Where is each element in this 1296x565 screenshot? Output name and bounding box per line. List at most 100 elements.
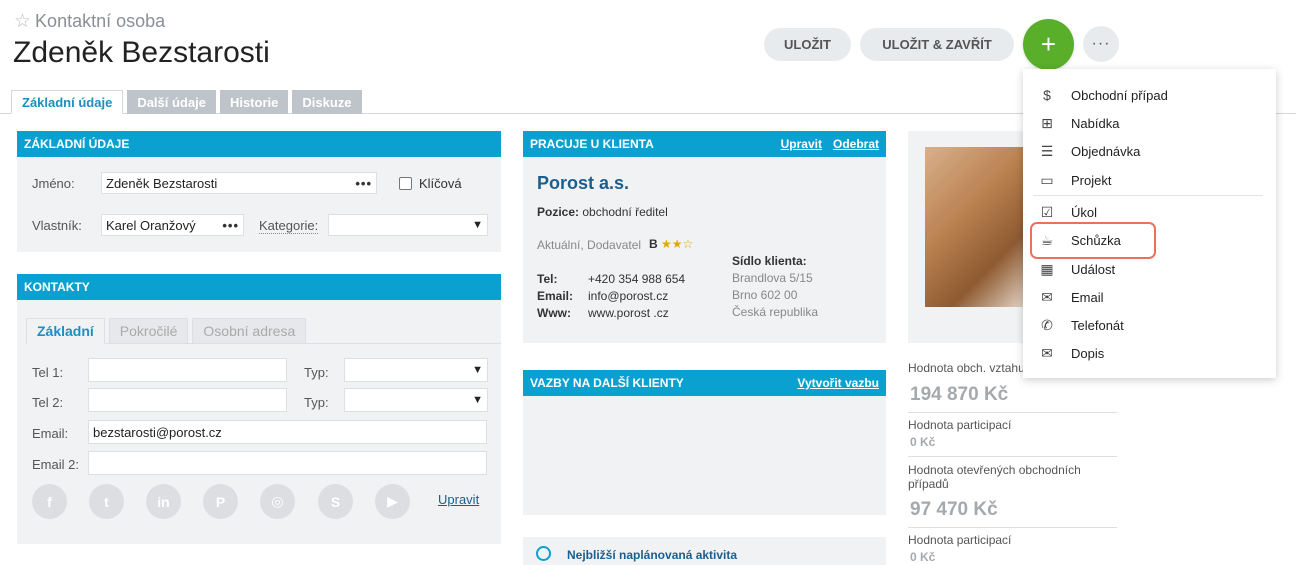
stat-label-participation-2: Hodnota participací xyxy=(908,533,1012,547)
email-input[interactable]: bezstarosti@porost.cz xyxy=(88,420,487,444)
subtab-advanced[interactable]: Pokročilé xyxy=(108,318,189,344)
tab-more[interactable]: Další údaje xyxy=(127,90,216,114)
name-field[interactable]: Zdeněk Bezstarosti ••• xyxy=(101,172,377,194)
email-label: Email: xyxy=(32,426,69,441)
client-email-value[interactable]: info@porost.cz xyxy=(588,289,668,303)
category-label[interactable]: Kategorie: xyxy=(259,218,319,234)
menu-item-phone-call[interactable]: ✆ Telefonát xyxy=(1023,313,1276,337)
activity-label[interactable]: Nejbližší naplánovaná aktivita xyxy=(567,548,737,562)
client-header: PRACUJE U KLIENTA Upravit Odebrat xyxy=(523,131,886,157)
client-www-label: Www: xyxy=(537,306,571,320)
save-button[interactable]: ULOŽIT xyxy=(764,28,851,61)
contacts-title: KONTAKTY xyxy=(24,280,90,294)
name-picker-icon[interactable]: ••• xyxy=(355,176,372,191)
menu-item-letter[interactable]: ✉ Dopis xyxy=(1023,341,1276,365)
client-tel-label: Tel: xyxy=(537,272,558,286)
linkedin-icon[interactable]: in xyxy=(146,484,181,519)
facebook-icon[interactable]: f xyxy=(32,484,67,519)
tab-history[interactable]: Historie xyxy=(219,90,289,114)
basic-info-title: ZÁKLADNÍ ÚDAJE xyxy=(24,137,130,151)
key-label: Klíčová xyxy=(419,176,462,191)
menu-item-label: Telefonát xyxy=(1071,317,1124,333)
client-www-value[interactable]: www.porost .cz xyxy=(588,306,669,320)
owner-picker-icon[interactable]: ••• xyxy=(222,218,239,233)
seat-label: Sídlo klienta: xyxy=(732,254,807,268)
menu-item-business-case[interactable]: $ Obchodní případ xyxy=(1023,83,1276,107)
offer-icon: ⊞ xyxy=(1041,114,1053,131)
tel1-input[interactable] xyxy=(88,358,287,382)
relations-panel: VAZBY NA DALŠÍ KLIENTY Vytvořit vazbu xyxy=(523,370,886,515)
contacts-subtabs: Základní Pokročilé Osobní adresa xyxy=(26,318,307,344)
save-close-button[interactable]: ULOŽIT & ZAVŘÍT xyxy=(860,28,1014,61)
menu-item-order[interactable]: ☰ Objednávka xyxy=(1023,139,1276,163)
menu-item-offer[interactable]: ⊞ Nabídka xyxy=(1023,111,1276,135)
client-edit-link[interactable]: Upravit xyxy=(781,137,822,151)
more-button[interactable]: ··· xyxy=(1083,26,1119,62)
owner-label: Vlastník: xyxy=(32,218,82,233)
key-checkbox[interactable] xyxy=(399,177,412,190)
youtube-icon[interactable]: ▶ xyxy=(375,484,410,519)
menu-item-email[interactable]: ✉ Email xyxy=(1023,285,1276,309)
menu-item-event[interactable]: ▦ Událost xyxy=(1023,257,1276,281)
client-remove-link[interactable]: Odebrat xyxy=(833,137,879,151)
task-icon: ☑ xyxy=(1040,203,1054,220)
stat-label-participation: Hodnota participací xyxy=(908,418,1012,432)
position-value: obchodní ředitel xyxy=(582,205,668,219)
tel2-label: Tel 2: xyxy=(32,395,64,410)
stat-divider xyxy=(908,527,1117,528)
relations-title: VAZBY NA DALŠÍ KLIENTY xyxy=(530,376,684,390)
folder-icon: ▭ xyxy=(1040,171,1054,188)
email2-label: Email 2: xyxy=(32,457,79,472)
menu-item-label: Dopis xyxy=(1071,345,1105,361)
menu-divider xyxy=(1033,195,1263,196)
basic-info-panel: ZÁKLADNÍ ÚDAJE Jméno: Zdeněk Bezstarosti… xyxy=(17,131,501,252)
star-icon[interactable]: ☆ xyxy=(14,10,31,33)
client-name-link[interactable]: Porost a.s. xyxy=(537,173,629,194)
stat-divider xyxy=(908,412,1117,413)
tel2-input[interactable] xyxy=(88,388,287,412)
contact-photo[interactable] xyxy=(925,147,1030,307)
skype-icon[interactable]: S xyxy=(318,484,353,519)
chevron-down-icon: ▼ xyxy=(472,364,483,376)
pinterest-icon[interactable]: P xyxy=(203,484,238,519)
tab-basic[interactable]: Základní údaje xyxy=(11,90,124,114)
contacts-panel: KONTAKTY Základní Pokročilé Osobní adres… xyxy=(17,274,501,544)
client-title: PRACUJE U KLIENTA xyxy=(530,137,654,151)
subtab-personal-address[interactable]: Osobní adresa xyxy=(192,318,307,344)
twitter-icon[interactable]: t xyxy=(89,484,124,519)
activity-panel: Nejbližší naplánovaná aktivita xyxy=(523,537,886,565)
create-relation-link[interactable]: Vytvořit vazbu xyxy=(797,376,879,390)
type2-select[interactable]: ▼ xyxy=(344,388,488,412)
owner-value: Karel Oranžový xyxy=(106,217,196,233)
menu-item-task[interactable]: ☑ Úkol xyxy=(1023,200,1276,224)
menu-item-project[interactable]: ▭ Projekt xyxy=(1023,168,1276,192)
dollar-icon: $ xyxy=(1043,87,1051,103)
email2-input[interactable] xyxy=(88,451,487,475)
main-tabs: Základní údaje Další údaje Historie Disk… xyxy=(11,90,362,114)
client-panel: PRACUJE U KLIENTA Upravit Odebrat Porost… xyxy=(523,131,886,343)
menu-item-label: Nabídka xyxy=(1071,115,1120,131)
type2-label: Typ: xyxy=(304,395,329,410)
owner-field[interactable]: Karel Oranžový ••• xyxy=(101,214,244,236)
envelope-icon: ✉ xyxy=(1041,288,1053,305)
tab-discussion[interactable]: Diskuze xyxy=(292,90,362,114)
entity-type-label: Kontaktní osoba xyxy=(35,11,166,31)
meeting-highlight xyxy=(1030,222,1156,259)
name-value: Zdeněk Bezstarosti xyxy=(106,175,218,191)
tel1-label: Tel 1: xyxy=(32,365,64,380)
contacts-edit-link[interactable]: Upravit xyxy=(438,492,479,507)
add-button[interactable]: + xyxy=(1023,19,1074,70)
position-row: Pozice: obchodní ředitel xyxy=(537,205,668,219)
category-select[interactable]: ▼ xyxy=(328,214,488,236)
type1-select[interactable]: ▼ xyxy=(344,358,488,382)
menu-item-label: Úkol xyxy=(1071,204,1098,220)
menu-item-label: Email xyxy=(1071,289,1104,305)
instagram-icon[interactable]: ◎ xyxy=(260,484,295,519)
client-city: Brno 602 00 xyxy=(732,288,798,302)
stat-value-relationship: 194 870 Kč xyxy=(910,384,1009,405)
menu-item-label: Obchodní případ xyxy=(1071,87,1168,103)
subtab-basic[interactable]: Základní xyxy=(26,318,105,344)
contacts-header: KONTAKTY xyxy=(17,274,501,300)
phone-icon: ✆ xyxy=(1041,316,1053,333)
client-tel-value[interactable]: +420 354 988 654 xyxy=(588,272,685,286)
